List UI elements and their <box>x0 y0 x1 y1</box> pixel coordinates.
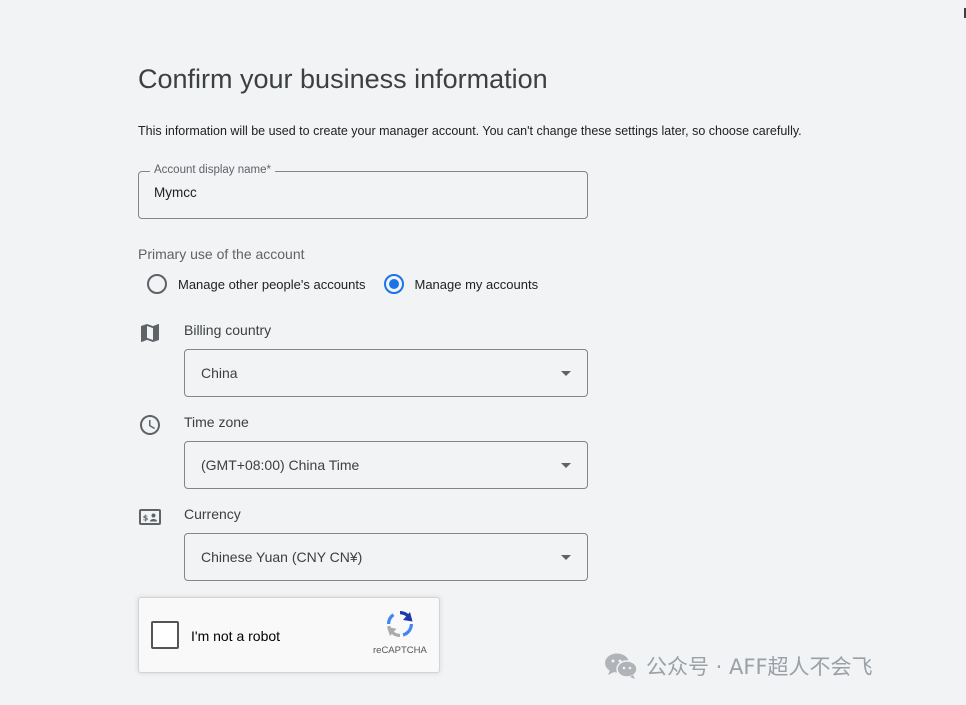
account-display-name-label: Account display name* <box>150 164 275 176</box>
billing-country-value: China <box>201 365 238 381</box>
billing-country-label: Billing country <box>184 322 272 338</box>
time-zone-label: Time zone <box>184 414 249 430</box>
account-display-name-field[interactable]: Account display name* <box>138 164 588 219</box>
currency-icon: $ <box>139 509 161 525</box>
time-zone-dropdown-arrow-icon <box>561 462 571 468</box>
clock-icon <box>140 415 160 435</box>
billing-country-select[interactable]: China <box>184 349 588 397</box>
page-description: This information will be used to create … <box>138 124 802 138</box>
map-icon <box>141 324 159 342</box>
radio-manage-mine-label: Manage my accounts <box>414 276 539 292</box>
recaptcha-label: I'm not a robot <box>191 628 281 644</box>
svg-text:$: $ <box>143 514 149 523</box>
time-zone-select[interactable]: (GMT+08:00) China Time <box>184 441 588 489</box>
primary-use-radio-group: Manage other people's accounts Manage my… <box>147 274 538 294</box>
radio-manage-others-label: Manage other people's accounts <box>178 276 366 292</box>
radio-manage-others[interactable] <box>147 274 167 294</box>
watermark-text: 公众号 · AFF超人不会飞 <box>646 655 873 679</box>
account-display-name-input[interactable] <box>154 185 554 200</box>
radio-manage-mine[interactable] <box>383 274 404 294</box>
currency-select[interactable]: Chinese Yuan (CNY CN¥) <box>184 533 588 581</box>
billing-country-dropdown-arrow-icon <box>561 370 571 376</box>
recaptcha-checkbox[interactable] <box>151 621 179 649</box>
recaptcha-logo-icon <box>387 611 413 638</box>
recaptcha-brand: reCAPTCHA <box>373 645 427 656</box>
currency-value: Chinese Yuan (CNY CN¥) <box>201 549 363 565</box>
radio-option-manage-mine[interactable]: Manage my accounts <box>383 274 539 294</box>
radio-option-manage-others[interactable]: Manage other people's accounts <box>147 274 366 294</box>
recaptcha-widget: I'm not a robot reCAPTCHA <box>138 597 440 673</box>
wechat-watermark: 公众号 · AFF超人不会飞 <box>604 651 873 681</box>
currency-label: Currency <box>184 506 241 522</box>
primary-use-label: Primary use of the account <box>138 246 305 262</box>
currency-dropdown-arrow-icon <box>561 554 571 560</box>
wechat-icon <box>605 653 638 679</box>
time-zone-value: (GMT+08:00) China Time <box>201 457 360 473</box>
page-title: Confirm your business information <box>138 64 548 94</box>
